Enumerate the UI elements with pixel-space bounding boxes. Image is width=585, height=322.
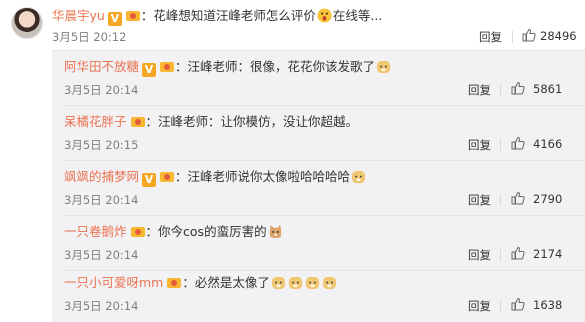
like-count[interactable]: 28496 (540, 29, 577, 43)
reply-text-line: 一只卷鹅炸 ：你今cos的蛮厉害的 (64, 223, 284, 241)
comment-text: 花峰想知道汪峰老师怎么评价 (153, 8, 316, 23)
list-item: 一只小可爱呀mm ：必然是太像了 3月5日 20:14 回复 1638 (52, 267, 585, 321)
list-item: 呆橘花胖子 ：汪峰老师：让你模仿，没让你超越。 3月5日 20:15 回复 416… (52, 106, 585, 160)
avatar[interactable] (11, 7, 43, 39)
doge-icon (322, 276, 336, 290)
reply-time: 3月5日 20:14 (64, 299, 139, 313)
reply-text-line: 阿华田不放糖 V ：汪峰老师：很像，花花你该发歌了 (64, 58, 392, 77)
separator: ： (175, 169, 188, 184)
comment-text-suffix: 在线等... (332, 8, 383, 23)
divider (500, 194, 501, 206)
reply-text-line: 呆橘花胖子 ：汪峰老师：让你模仿，没让你超越。 (64, 113, 358, 131)
medal-icon[interactable] (159, 59, 175, 73)
vip-badge-icon[interactable]: V (142, 173, 157, 187)
doge-icon (305, 276, 319, 290)
doge-icon (376, 60, 391, 74)
like-icon[interactable] (511, 136, 525, 150)
vip-badge-icon[interactable]: V (142, 63, 157, 77)
like-icon[interactable] (511, 191, 525, 205)
like-count[interactable]: 2174 (533, 247, 562, 261)
reply-button[interactable]: 回复 (468, 137, 491, 153)
like-count[interactable]: 2790 (533, 192, 562, 206)
author-name[interactable]: 飒飒的捕梦网 (64, 169, 139, 184)
like-icon[interactable] (511, 297, 525, 311)
list-item: 飒飒的捕梦网 V ：汪峰老师说你太像啦哈哈哈哈 3月5日 20:14 回复 2790 (52, 161, 585, 215)
vip-badge-icon[interactable]: V (107, 12, 122, 26)
medal-icon[interactable] (130, 114, 146, 128)
reply-text: 你今cos的蛮厉害的 (158, 224, 267, 239)
author-name[interactable]: 呆橘花胖子 (64, 114, 127, 129)
like-count[interactable]: 1638 (533, 298, 562, 312)
reply-time: 3月5日 20:14 (64, 248, 139, 262)
reply-text: 必然是太像了 (194, 275, 270, 290)
cat-icon (269, 224, 281, 239)
reply-button[interactable]: 回复 (479, 29, 502, 45)
doge-icon (271, 276, 285, 290)
like-count[interactable]: 4166 (533, 137, 562, 151)
reply-text: 汪峰老师说你太像啦哈哈哈哈 (187, 169, 351, 184)
reply-time: 3月5日 20:14 (64, 83, 139, 97)
like-icon[interactable] (522, 28, 536, 42)
list-item: 一只卷鹅炸 ：你今cos的蛮厉害的 3月5日 20:14 回复 2174 (52, 216, 585, 270)
reply-time: 3月5日 20:15 (64, 138, 139, 152)
reply-button[interactable]: 回复 (468, 82, 491, 98)
like-icon[interactable] (511, 246, 525, 260)
reply-list: 阿华田不放糖 V ：汪峰老师：很像，花花你该发歌了 3月5日 20:14 回复 58… (52, 50, 585, 322)
separator: ： (145, 224, 159, 239)
reply-text: 汪峰老师：很像，花花你该发歌了 (187, 59, 376, 74)
author-name[interactable]: 阿华田不放糖 (64, 59, 139, 74)
medal-icon[interactable] (166, 275, 182, 289)
list-item: 阿华田不放糖 V ：汪峰老师：很像，花花你该发歌了 3月5日 20:14 回复 58… (52, 51, 585, 105)
divider (512, 31, 513, 43)
medal-icon[interactable] (159, 169, 175, 183)
medal-icon[interactable] (130, 224, 146, 238)
reply-text: 汪峰老师：让你模仿，没让你超越。 (158, 114, 359, 129)
doge-icon (351, 170, 366, 184)
divider (500, 139, 501, 151)
separator: ： (182, 275, 195, 290)
author-name[interactable]: 一只卷鹅炸 (64, 224, 127, 239)
separator: ： (175, 59, 188, 74)
reply-time: 3月5日 20:14 (64, 193, 139, 207)
surprised-face-icon (317, 8, 332, 23)
author-name[interactable]: 华晨宇yu (52, 8, 105, 23)
separator: ： (140, 8, 154, 23)
reply-text-line: 飒飒的捕梦网 V ：汪峰老师说你太像啦哈哈哈哈 (64, 168, 367, 187)
like-icon[interactable] (511, 81, 525, 95)
reply-text-line: 一只小可爱呀mm ：必然是太像了 (64, 274, 338, 292)
medal-icon[interactable] (125, 8, 141, 22)
reply-button[interactable]: 回复 (468, 298, 491, 314)
comment-time: 3月5日 20:12 (52, 30, 127, 44)
separator: ： (145, 114, 159, 129)
divider (500, 249, 501, 261)
reply-button[interactable]: 回复 (468, 192, 491, 208)
reply-button[interactable]: 回复 (468, 247, 491, 263)
comment-text-line: 华晨宇yu V ：花峰想知道汪峰老师怎么评价 在线等... (52, 7, 382, 26)
author-name[interactable]: 一只小可爱呀mm (64, 275, 163, 290)
main-comment: 华晨宇yu V ：花峰想知道汪峰老师怎么评价 在线等... 3月5日 20:12 回复… (0, 0, 585, 50)
like-count[interactable]: 5861 (533, 82, 562, 96)
divider (500, 84, 501, 96)
doge-icon (288, 276, 302, 290)
divider (500, 300, 501, 312)
